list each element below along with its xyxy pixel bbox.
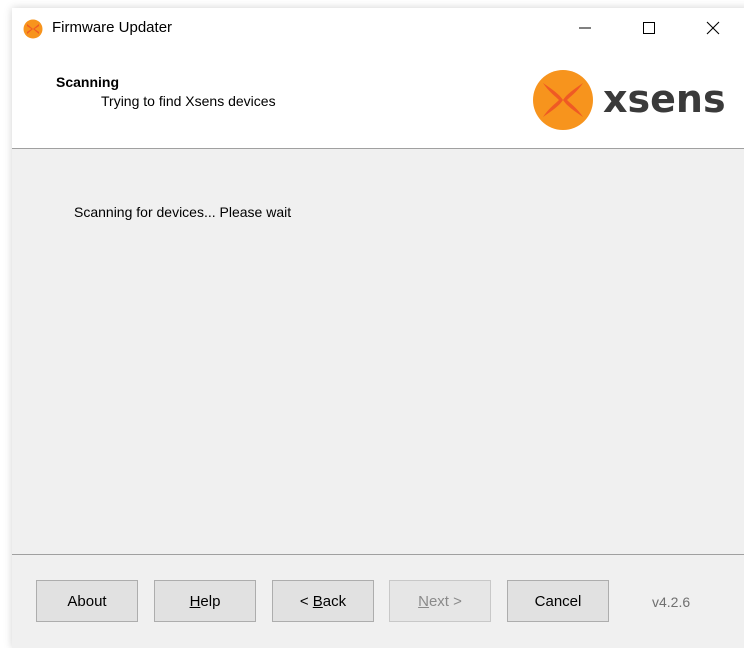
xsens-logo: xsens: [531, 68, 744, 132]
maximize-icon: [643, 22, 655, 34]
next-button-label: Next >: [418, 593, 462, 610]
version-label: v4.2.6: [652, 594, 691, 610]
close-icon: [706, 21, 720, 35]
window-title: Firmware Updater: [52, 19, 173, 36]
wizard-header: Scanning Trying to find Xsens devices xs…: [12, 48, 744, 149]
help-label-rest: elp: [200, 592, 221, 610]
page-subtitle: Trying to find Xsens devices: [101, 93, 276, 109]
close-button[interactable]: [690, 8, 736, 48]
back-label-prefix: <: [299, 592, 313, 610]
maximize-button[interactable]: [626, 8, 672, 48]
help-mnemonic: H: [189, 592, 201, 610]
help-button-label: Help: [190, 593, 221, 610]
help-button[interactable]: Help: [154, 580, 256, 622]
cancel-button[interactable]: Cancel: [507, 580, 609, 622]
cancel-button-label: Cancel: [534, 592, 582, 610]
next-label-rest: ext >: [428, 592, 462, 610]
back-mnemonic: B: [312, 592, 323, 610]
scan-status-text: Scanning for devices... Please wait: [74, 204, 292, 220]
back-button-label: < Back: [300, 593, 346, 610]
next-button[interactable]: Next >: [389, 580, 491, 622]
back-label-rest: ack: [322, 592, 347, 610]
page-title: Scanning: [56, 74, 120, 90]
back-button[interactable]: < Back: [272, 580, 374, 622]
minimize-button[interactable]: [562, 8, 608, 48]
footer-divider: [12, 554, 744, 555]
xsens-logo-mark: [533, 70, 593, 130]
title-bar[interactable]: Firmware Updater: [12, 8, 744, 48]
next-mnemonic: N: [418, 592, 429, 610]
app-icon: [23, 19, 43, 39]
minimize-icon: [579, 27, 591, 29]
firmware-updater-window: Firmware Updater Scanning Trying to find…: [12, 8, 744, 648]
wizard-content: Scanning for devices... Please wait: [12, 149, 744, 554]
xsens-logo-text: xsens: [603, 77, 726, 121]
about-button[interactable]: About: [36, 580, 138, 622]
about-button-label: About: [67, 592, 107, 610]
